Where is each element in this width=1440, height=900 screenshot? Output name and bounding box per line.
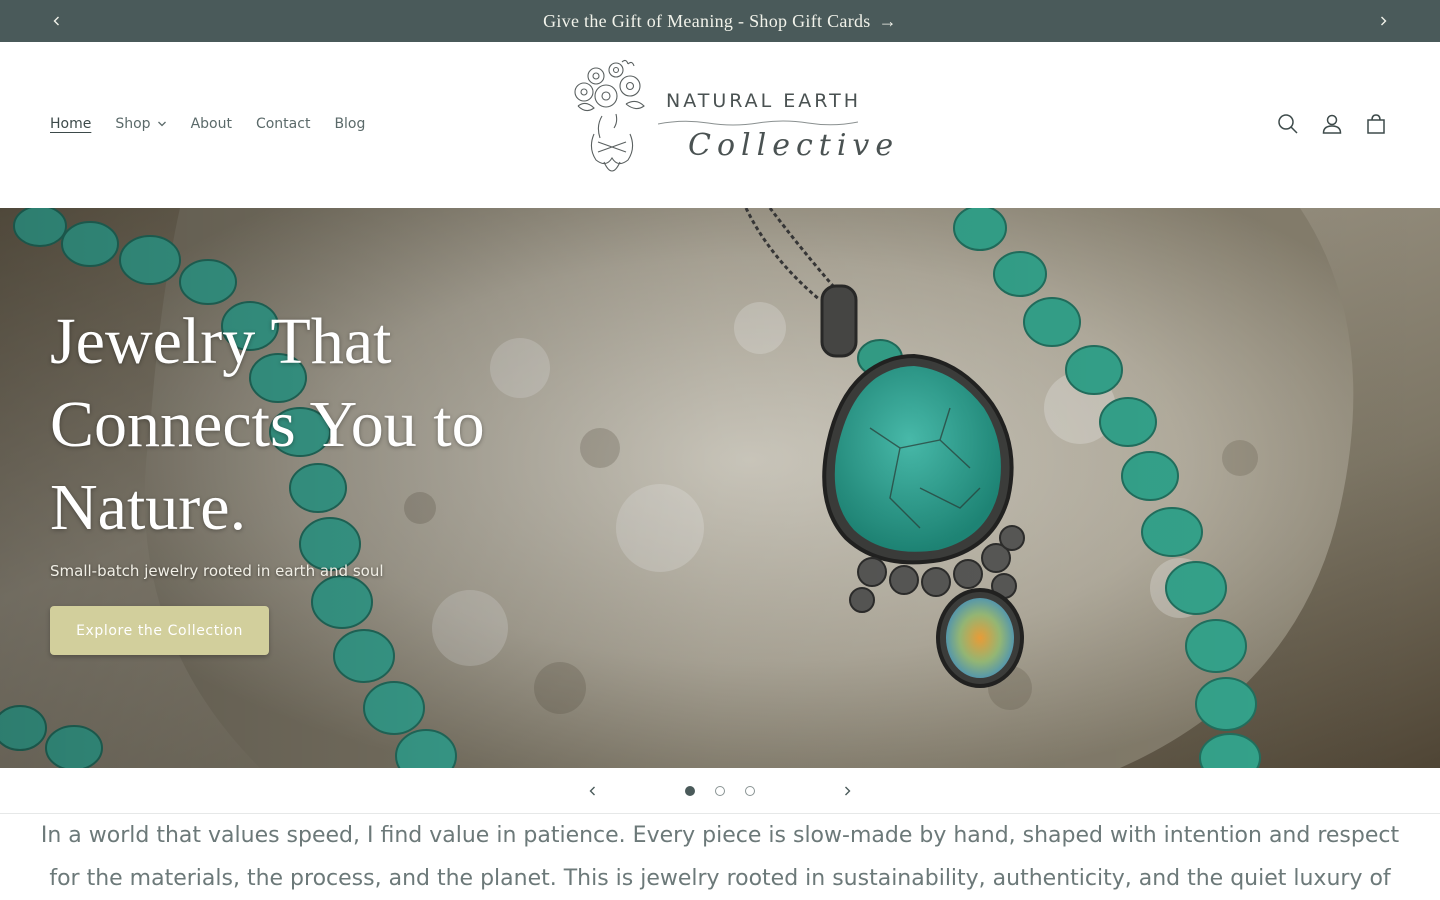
chevron-left-icon <box>53 16 59 26</box>
logo-line-1: NATURAL EARTH <box>666 90 862 112</box>
slide-dot-1[interactable] <box>675 769 705 813</box>
chevron-down-icon <box>157 121 166 127</box>
search-icon <box>1278 114 1298 134</box>
announcement-next-button[interactable] <box>1362 0 1404 42</box>
cart-button[interactable] <box>1358 106 1394 142</box>
cart-icon <box>1367 114 1385 134</box>
account-icon <box>1322 114 1342 134</box>
nav-item-about[interactable]: About <box>179 112 244 136</box>
chevron-right-icon <box>1381 16 1387 26</box>
nav-item-home[interactable]: Home <box>38 112 103 136</box>
announcement-text: Give the Gift of Meaning - Shop Gift Car… <box>543 10 871 31</box>
slide-dot-3[interactable] <box>735 769 765 813</box>
chevron-right-icon <box>845 786 851 795</box>
slide-prev-button[interactable] <box>571 769 615 813</box>
intro-text: In a world that values speed, I find val… <box>40 823 1400 891</box>
logo-wave <box>658 120 858 126</box>
announcement-link[interactable]: Give the Gift of Meaning - Shop Gift Car… <box>543 11 897 32</box>
main-nav: Home Shop About Contact Blog <box>38 112 377 136</box>
nav-item-shop-label: Shop <box>115 116 151 132</box>
announcement-bar: Give the Gift of Meaning - Shop Gift Car… <box>0 0 1440 42</box>
nav-item-contact[interactable]: Contact <box>244 112 322 136</box>
nav-item-shop[interactable]: Shop <box>103 112 178 136</box>
arrow-right-icon: → <box>878 10 897 31</box>
header-icons <box>1270 106 1394 142</box>
explore-collection-button[interactable]: Explore the Collection <box>50 606 269 655</box>
chevron-left-icon <box>589 786 595 795</box>
site-header: Home Shop About Contact Blog NATURAL EAR… <box>0 42 1440 208</box>
hero-subtitle: Small-batch jewelry rooted in earth and … <box>50 562 384 580</box>
logo-line-2: Collective <box>688 128 900 163</box>
search-button[interactable] <box>1270 106 1306 142</box>
announcement-prev-button[interactable] <box>36 0 78 42</box>
hero-banner: Jewelry That Connects You to Nature. Sma… <box>0 208 1440 768</box>
slideshow-controls <box>0 768 1440 814</box>
nav-item-blog[interactable]: Blog <box>322 112 377 136</box>
account-button[interactable] <box>1314 106 1350 142</box>
slide-dots <box>675 769 765 813</box>
hero-title: Jewelry That Connects You to Nature. <box>50 305 485 544</box>
slide-dot-2[interactable] <box>705 769 735 813</box>
slide-next-button[interactable] <box>825 769 869 813</box>
floral-figure-icon <box>574 59 645 172</box>
site-logo[interactable]: NATURAL EARTH Collective <box>566 56 893 186</box>
